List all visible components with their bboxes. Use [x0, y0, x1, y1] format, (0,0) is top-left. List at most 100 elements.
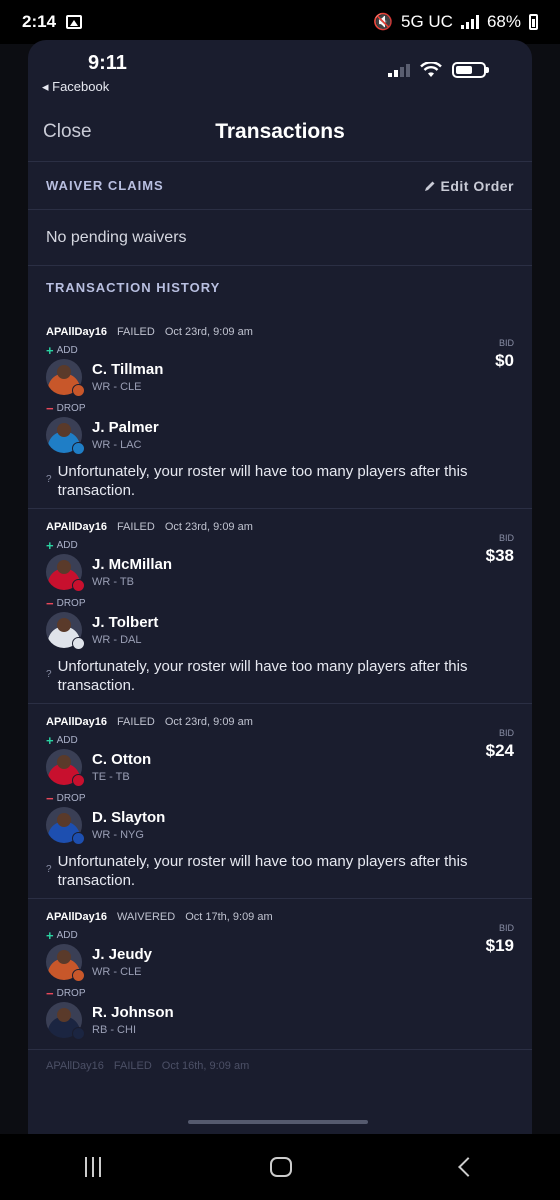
tx-status: FAILED — [116, 716, 155, 728]
edit-order-button[interactable]: Edit Order — [424, 178, 514, 194]
nav-header: Close Transactions — [28, 102, 532, 162]
player-row[interactable]: C. Otton TE - TB — [46, 746, 514, 788]
tx-date: Oct 17th, 9:09 am — [185, 911, 273, 923]
player-name: C. Tillman — [92, 361, 164, 378]
bid-label: BID — [498, 338, 514, 348]
player-position: WR - CLE — [92, 966, 142, 978]
partial-transaction-row: APAllDay16 FAILED Oct 16th, 9:09 am — [28, 1050, 532, 1082]
gallery-notification-icon — [66, 15, 83, 29]
drop-label: − DROP — [46, 595, 514, 611]
bid-label: BID — [498, 533, 514, 543]
android-nav-bar — [0, 1134, 560, 1200]
add-label: + ADD — [46, 342, 514, 358]
team-logo-icon — [72, 579, 85, 592]
minus-icon: − — [46, 400, 54, 416]
transaction-meta: APAllDay16 FAILED Oct 23rd, 9:09 am — [46, 519, 514, 535]
ios-battery-icon — [452, 62, 489, 78]
ios-home-indicator[interactable] — [188, 1120, 368, 1124]
bid-box: BID $38 — [486, 533, 514, 566]
drop-text: DROP — [56, 402, 86, 414]
failure-text: Unfortunately, your roster will have too… — [57, 853, 468, 889]
transaction-item[interactable]: APAllDay16 FAILED Oct 23rd, 9:09 am + AD… — [28, 704, 532, 899]
player-row[interactable]: J. Palmer WR - LAC — [46, 414, 514, 456]
player-row[interactable]: J. Jeudy WR - CLE — [46, 941, 514, 983]
team-logo-icon — [72, 384, 85, 397]
plus-icon: + — [46, 927, 54, 943]
failure-message: ? Unfortunately, your roster will have t… — [46, 462, 514, 500]
team-logo-icon — [72, 1027, 85, 1040]
player-position: WR - LAC — [92, 439, 142, 451]
back-button[interactable] — [458, 1157, 479, 1177]
player-name: R. Johnson — [92, 1004, 174, 1021]
drop-label: − DROP — [46, 985, 514, 1001]
player-row[interactable]: R. Johnson RB - CHI — [46, 999, 514, 1041]
transaction-item[interactable]: APAllDay16 FAILED Oct 23rd, 9:09 am + AD… — [28, 314, 532, 509]
mute-icon: 🔇 — [373, 14, 393, 31]
team-logo-icon — [72, 774, 85, 787]
recents-button[interactable] — [84, 1157, 101, 1177]
home-button[interactable] — [269, 1157, 292, 1177]
team-logo-icon — [72, 637, 85, 650]
player-name: C. Otton — [92, 751, 152, 768]
tx-status: WAIVERED — [116, 911, 176, 923]
plus-icon: + — [46, 537, 54, 553]
tx-user: APAllDay16 — [46, 326, 107, 338]
transaction-history-title: TRANSACTION HISTORY — [46, 280, 221, 295]
add-text: ADD — [56, 929, 78, 941]
player-name: J. McMillan — [92, 556, 173, 573]
tx-date: Oct 16th, 9:09 am — [161, 1060, 250, 1072]
player-position: WR - NYG — [92, 829, 144, 841]
add-text: ADD — [56, 344, 78, 356]
transaction-list: APAllDay16 FAILED Oct 23rd, 9:09 am + AD… — [28, 314, 532, 1050]
player-row[interactable]: J. Tolbert WR - DAL — [46, 609, 514, 651]
minus-icon: − — [46, 985, 54, 1001]
transaction-item[interactable]: APAllDay16 FAILED Oct 23rd, 9:09 am + AD… — [28, 509, 532, 704]
android-status-bar: 2:14 🔇 5G UC 68% — [0, 0, 560, 44]
ios-clock: 9:11 — [88, 52, 127, 74]
player-row[interactable]: J. McMillan WR - TB — [46, 551, 514, 593]
player-name: J. Palmer — [92, 419, 159, 436]
bid-amount: $0 — [495, 351, 514, 370]
tx-user: APAllDay16 — [46, 911, 107, 923]
tx-status: FAILED — [116, 521, 155, 533]
ios-status-bar: 9:11 ◂ Facebook — [28, 40, 532, 102]
player-name: J. Tolbert — [92, 614, 159, 631]
drop-text: DROP — [56, 597, 86, 609]
transaction-meta: APAllDay16 WAIVERED Oct 17th, 9:09 am — [46, 909, 514, 925]
player-row[interactable]: C. Tillman WR - CLE — [46, 356, 514, 398]
android-clock: 2:14 — [22, 12, 57, 31]
ios-signal-icon — [388, 63, 410, 77]
add-label: + ADD — [46, 733, 514, 748]
pencil-icon — [424, 181, 435, 191]
waiver-claims-title: WAIVER CLAIMS — [46, 178, 164, 193]
tx-user: APAllDay16 — [46, 1060, 104, 1072]
plus-icon: + — [46, 342, 54, 358]
help-icon: ? — [46, 864, 52, 875]
bid-amount: $19 — [485, 936, 514, 955]
ios-status-icons — [388, 62, 489, 78]
failure-text: Unfortunately, your roster will have too… — [57, 658, 468, 694]
player-avatar — [46, 359, 85, 397]
team-logo-icon — [72, 832, 85, 845]
add-text: ADD — [56, 734, 78, 746]
battery-percent: 68% — [486, 12, 521, 31]
player-name: D. Slayton — [92, 809, 166, 826]
team-logo-icon — [72, 442, 85, 455]
minus-icon: − — [46, 595, 54, 611]
player-avatar — [46, 1002, 85, 1040]
player-row[interactable]: D. Slayton WR - NYG — [46, 804, 514, 846]
network-label: 5G UC — [401, 12, 453, 31]
transaction-item[interactable]: APAllDay16 WAIVERED Oct 17th, 9:09 am + … — [28, 899, 532, 1050]
bid-amount: $38 — [485, 546, 514, 565]
waiver-claims-header: WAIVER CLAIMS Edit Order — [28, 162, 532, 210]
tx-user: APAllDay16 — [46, 521, 107, 533]
drop-text: DROP — [56, 792, 86, 804]
player-position: RB - CHI — [92, 1024, 136, 1036]
failure-text: Unfortunately, your roster will have too… — [57, 463, 468, 499]
player-position: TE - TB — [92, 771, 130, 783]
player-avatar — [46, 554, 85, 592]
player-position: WR - DAL — [92, 634, 142, 646]
bid-box: BID $24 — [486, 728, 514, 761]
back-to-facebook-link[interactable]: ◂ Facebook — [42, 79, 109, 95]
player-position: WR - TB — [92, 576, 134, 588]
